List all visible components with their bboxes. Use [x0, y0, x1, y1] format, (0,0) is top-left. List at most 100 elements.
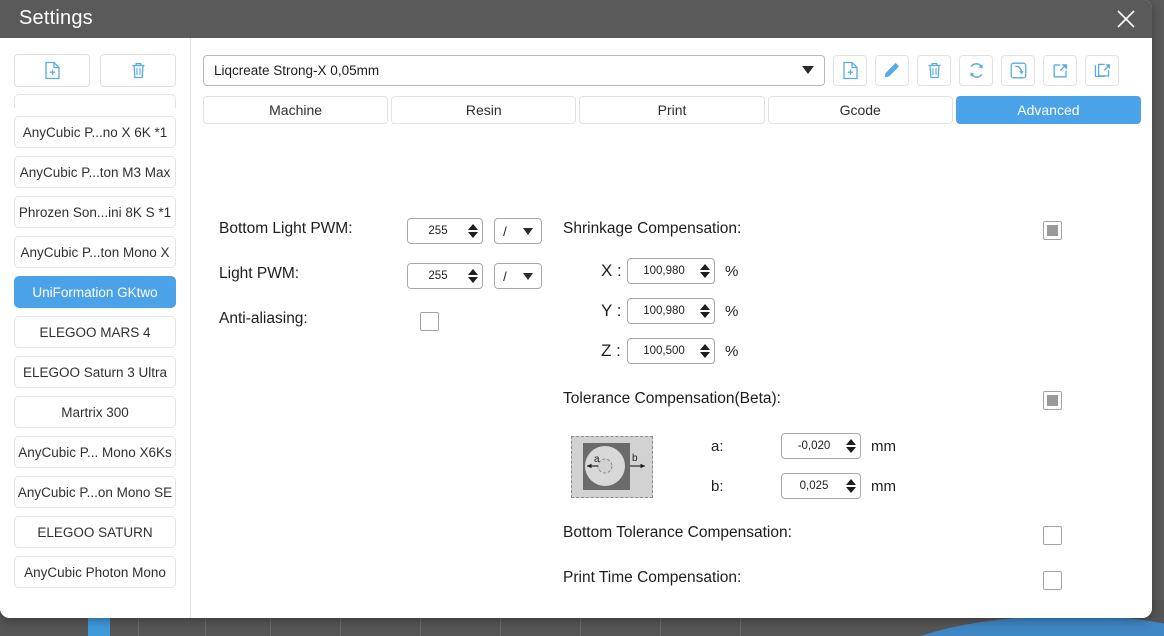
- light-pwm-select[interactable]: /: [494, 263, 542, 289]
- refresh-icon: [969, 62, 983, 78]
- tolerance-b-row: b: 0,025 mm: [711, 473, 896, 499]
- profile-dropdown[interactable]: Liqcreate Strong-X 0,05mm: [203, 54, 825, 86]
- anti-aliasing-label: Anti-aliasing:: [219, 310, 308, 327]
- printer-item[interactable]: AnyCubic P... Mono X6Ks: [14, 436, 176, 468]
- shrinkage-x-arrows[interactable]: [696, 260, 714, 282]
- add-printer-button[interactable]: [14, 54, 90, 87]
- tab-print[interactable]: Print: [579, 96, 765, 124]
- chevron-down-icon: [802, 66, 814, 74]
- taskbar-blue-tile: [88, 618, 110, 636]
- profile-toolbar-row: Liqcreate Strong-X 0,05mm: [203, 54, 1141, 86]
- bottom-light-pwm-value: 255: [428, 225, 448, 237]
- printer-item[interactable]: AnyCubic P...on Mono SE: [14, 476, 176, 508]
- bottom-light-pwm-select-value: /: [503, 223, 507, 239]
- printer-item[interactable]: ELEGOO MARS 4: [14, 316, 176, 348]
- new-profile-button[interactable]: [833, 54, 867, 86]
- file-plus-icon: [842, 61, 858, 79]
- arrow-down-icon: [700, 272, 710, 278]
- delete-profile-button[interactable]: [917, 54, 951, 86]
- bottom-light-pwm-stepper[interactable]: 255: [407, 218, 483, 244]
- printer-item[interactable]: AnyCubic P...ton Mono X: [14, 236, 176, 268]
- reset-profile-button[interactable]: [959, 54, 993, 86]
- print-time-row: Print Time Compensation:: [563, 569, 741, 587]
- shrinkage-checkbox[interactable]: [1043, 221, 1062, 240]
- printer-item-clipped[interactable]: [14, 94, 176, 108]
- tolerance-a-label: a:: [711, 437, 724, 455]
- trash-icon: [928, 62, 940, 78]
- tolerance-row: Tolerance Compensation(Beta):: [563, 390, 781, 408]
- arrow-up-icon: [468, 224, 478, 230]
- import-arrow-icon: [1010, 62, 1026, 78]
- bottom-light-pwm-arrows[interactable]: [464, 220, 482, 242]
- light-pwm-stepper[interactable]: 255: [407, 263, 483, 289]
- arrow-down-icon: [846, 487, 856, 493]
- settings-tabs[interactable]: Machine Resin Print Gcode Advanced: [203, 96, 1142, 124]
- duplicate-profile-button[interactable]: [1085, 54, 1119, 86]
- profile-selected-value: Liqcreate Strong-X 0,05mm: [214, 62, 380, 78]
- window-titlebar: Settings: [0, 0, 1152, 38]
- export-profile-button[interactable]: [1043, 54, 1077, 86]
- printer-item[interactable]: AnyCubic P...ton M3 Max: [14, 156, 176, 188]
- light-pwm-row: Light PWM:: [219, 265, 299, 283]
- tolerance-a-stepper[interactable]: -0,020: [781, 433, 861, 459]
- shrinkage-z-stepper[interactable]: 100,500: [627, 338, 715, 364]
- tolerance-a-row: a: -0,020 mm: [711, 433, 896, 459]
- printer-item[interactable]: ELEGOO Saturn 3 Ultra: [14, 356, 176, 388]
- printer-item[interactable]: AnyCubic P...no X 6K *1: [14, 116, 176, 148]
- tolerance-b-stepper[interactable]: 0,025: [781, 473, 861, 499]
- export-arrow-icon: [1053, 63, 1067, 77]
- shrinkage-label: Shrinkage Compensation:: [563, 220, 742, 237]
- arrow-down-icon: [468, 232, 478, 238]
- printer-item[interactable]: Martrix 300: [14, 396, 176, 428]
- print-time-checkbox[interactable]: [1043, 571, 1062, 590]
- shrinkage-axis-z-label: Z :: [601, 341, 621, 360]
- light-pwm-value: 255: [428, 270, 448, 282]
- import-profile-button[interactable]: [1001, 54, 1035, 86]
- file-plus-icon: [44, 61, 60, 80]
- shrinkage-row: Shrinkage Compensation:: [563, 220, 741, 238]
- shrinkage-x-unit: %: [725, 262, 739, 280]
- printer-list[interactable]: AnyCubic P...no X 6K *1 AnyCubic P...ton …: [0, 94, 190, 618]
- printer-sidebar: AnyCubic P...no X 6K *1 AnyCubic P...ton …: [0, 38, 191, 618]
- light-pwm-arrows[interactable]: [464, 265, 482, 287]
- tolerance-b-label: b:: [711, 477, 724, 495]
- printer-item[interactable]: UniFormation GKtwo: [14, 276, 176, 308]
- tab-gcode[interactable]: Gcode: [767, 96, 953, 124]
- bottom-tolerance-row: Bottom Tolerance Compensation:: [563, 524, 792, 542]
- printer-item[interactable]: ELEGOO SATURN: [14, 516, 176, 548]
- shrinkage-axis-x-row: X : 100,980 %: [601, 258, 738, 284]
- shrinkage-z-value: 100,500: [643, 345, 685, 357]
- pencil-icon: [884, 62, 900, 78]
- printer-item[interactable]: AnyCubic Photon Mono: [14, 556, 176, 588]
- settings-panel: Liqcreate Strong-X 0,05mm Machine Resin …: [191, 38, 1152, 618]
- tolerance-b-arrows[interactable]: [842, 475, 860, 497]
- tolerance-label: Tolerance Compensation(Beta):: [563, 390, 781, 407]
- arrow-up-icon: [700, 304, 710, 310]
- edit-profile-button[interactable]: [875, 54, 909, 86]
- shrinkage-x-stepper[interactable]: 100,980: [627, 258, 715, 284]
- arrow-down-icon: [700, 312, 710, 318]
- shrinkage-z-arrows[interactable]: [696, 340, 714, 362]
- printer-item[interactable]: Phrozen Son...ini 8K S *1: [14, 196, 176, 228]
- bottom-tolerance-checkbox[interactable]: [1043, 526, 1062, 545]
- tolerance-checkbox[interactable]: [1043, 391, 1062, 410]
- anti-aliasing-checkbox[interactable]: [420, 312, 439, 331]
- shrinkage-y-stepper[interactable]: 100,980: [627, 298, 715, 324]
- close-window-button[interactable]: [1100, 0, 1152, 38]
- shrinkage-y-arrows[interactable]: [696, 300, 714, 322]
- tab-resin[interactable]: Resin: [391, 96, 577, 124]
- tolerance-b-value: 0,025: [799, 480, 829, 492]
- light-pwm-select-value: /: [503, 268, 507, 284]
- shrinkage-z-unit: %: [725, 342, 739, 360]
- tab-machine[interactable]: Machine: [203, 96, 389, 124]
- delete-printer-button[interactable]: [100, 54, 176, 87]
- tolerance-ab-diagram: a b: [571, 436, 653, 498]
- close-x-icon: [1117, 10, 1135, 28]
- tolerance-b-unit: mm: [871, 477, 896, 495]
- tab-advanced[interactable]: Advanced: [955, 96, 1142, 124]
- bottom-light-pwm-select[interactable]: /: [494, 218, 542, 244]
- tolerance-a-arrows[interactable]: [842, 435, 860, 457]
- bottom-light-pwm-label: Bottom Light PWM:: [219, 220, 353, 237]
- shrinkage-y-unit: %: [725, 302, 739, 320]
- arrow-up-icon: [468, 269, 478, 275]
